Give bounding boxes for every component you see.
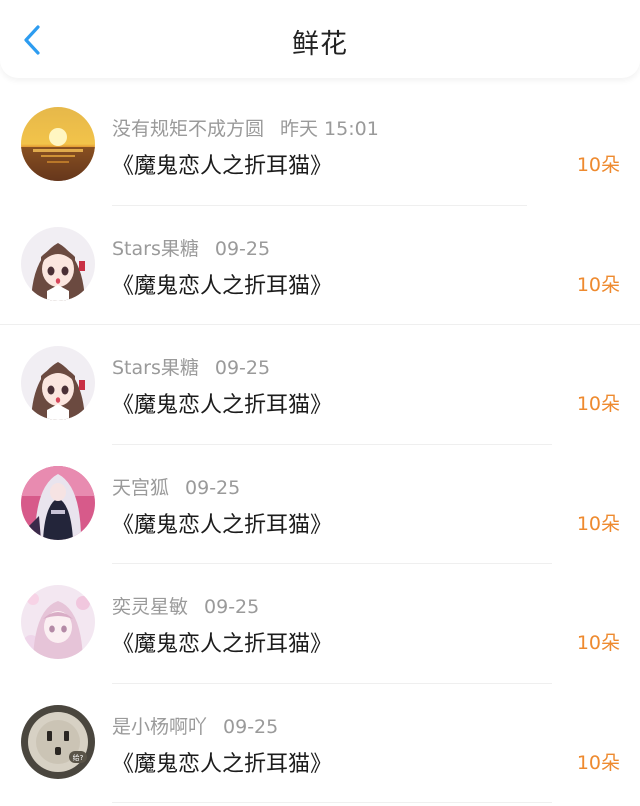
timestamp: 昨天 15:01	[280, 118, 379, 140]
flower-count: 10朵	[576, 393, 620, 415]
list-item[interactable]: 天宫狐 09-25 《魔鬼恋人之折耳猫》 10朵	[0, 445, 640, 564]
book-title[interactable]: 《魔鬼恋人之折耳猫》	[112, 387, 332, 419]
timestamp: 09-25	[223, 715, 279, 738]
timestamp: 09-25	[204, 596, 260, 618]
list-item[interactable]: 没有规矩不成方圆 昨天 15:01 《魔鬼恋人之折耳猫》 10朵	[0, 86, 640, 206]
list-item[interactable]: 给? 是小杨啊吖 09-25 《魔鬼恋人之折耳猫》 10朵	[0, 684, 640, 803]
book-title[interactable]: 《魔鬼恋人之折耳猫》	[112, 148, 332, 180]
username[interactable]: 没有规矩不成方圆	[112, 118, 264, 140]
flower-list: 没有规矩不成方圆 昨天 15:01 《魔鬼恋人之折耳猫》 10朵 Stars果糖 0…	[0, 86, 640, 803]
list-item[interactable]: Stars果糖 09-25 《魔鬼恋人之折耳猫》 10朵	[0, 206, 640, 325]
username[interactable]: Stars果糖	[112, 357, 199, 379]
socket-avatar[interactable]: 给?	[21, 704, 95, 779]
pastel-girl-avatar[interactable]	[21, 585, 95, 659]
divider	[112, 802, 552, 803]
username[interactable]: 是小杨啊吖	[112, 716, 207, 738]
anime-girl-avatar[interactable]	[21, 346, 95, 420]
flower-count: 10朵	[576, 273, 620, 296]
hooded-character-avatar[interactable]	[21, 465, 95, 540]
book-title[interactable]: 《魔鬼恋人之折耳猫》	[112, 507, 332, 539]
sunset-avatar[interactable]	[21, 107, 95, 181]
username[interactable]: Stars果糖	[112, 238, 199, 260]
flower-count: 10朵	[576, 154, 620, 176]
anime-girl-avatar[interactable]	[21, 226, 95, 301]
username[interactable]: 奕灵星敏	[112, 596, 188, 618]
book-title[interactable]: 《魔鬼恋人之折耳猫》	[112, 626, 332, 658]
book-title[interactable]: 《魔鬼恋人之折耳猫》	[112, 746, 332, 778]
book-title[interactable]: 《魔鬼恋人之折耳猫》	[112, 268, 332, 300]
list-item[interactable]: 奕灵星敏 09-25 《魔鬼恋人之折耳猫》 10朵	[0, 564, 640, 684]
username[interactable]: 天宫狐	[112, 477, 169, 499]
flower-count: 10朵	[576, 751, 620, 774]
timestamp: 09-25	[185, 476, 241, 499]
list-item[interactable]: Stars果糖 09-25 《魔鬼恋人之折耳猫》 10朵	[0, 325, 640, 445]
timestamp: 09-25	[214, 357, 271, 379]
avatar-text: 给?	[73, 753, 84, 762]
flower-count: 10朵	[576, 632, 620, 654]
flower-count: 10朵	[576, 512, 620, 535]
page-title: 鲜花	[292, 29, 348, 60]
timestamp: 09-25	[214, 237, 271, 260]
top-bar: 鲜花	[0, 0, 640, 78]
